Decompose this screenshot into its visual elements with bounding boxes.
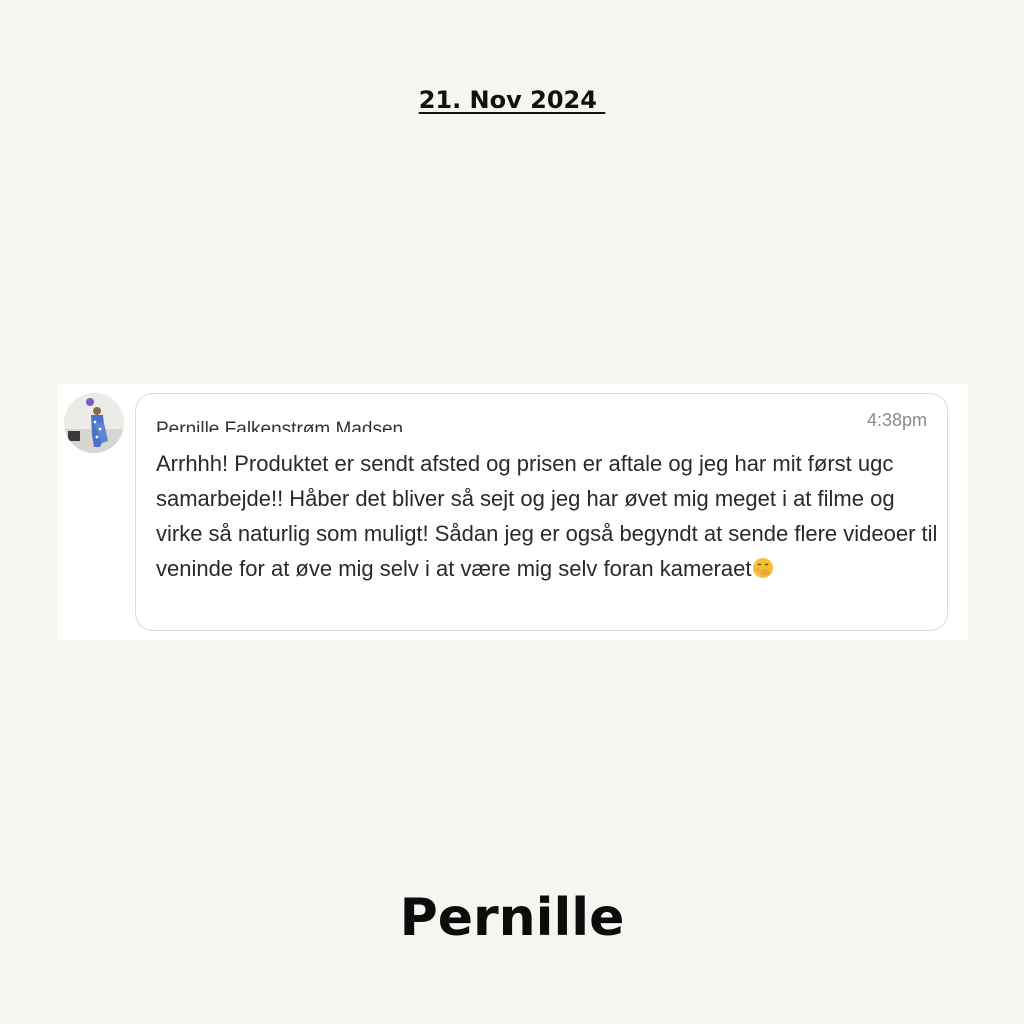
message-bubble: Pernille Falkenstrøm Madsen 4:38pm Arrhh… xyxy=(135,393,948,631)
message-time: 4:38pm xyxy=(866,410,927,430)
sender-name: Pernille Falkenstrøm Madsen xyxy=(156,419,404,432)
customer-name: Pernille xyxy=(399,888,625,948)
testimonial-date: 21. Nov 2024 xyxy=(418,86,606,114)
message-screenshot: Pernille Falkenstrøm Madsen 4:38pm Arrhh… xyxy=(57,384,968,640)
avatar-photo xyxy=(64,393,124,453)
message-body: Arrhhh! Produktet er sendt afsted og pri… xyxy=(156,451,938,581)
avatar xyxy=(64,393,124,453)
face-with-hand-over-mouth-emoji xyxy=(753,558,774,578)
message-text: Arrhhh! Produktet er sendt afsted og pri… xyxy=(156,446,946,586)
